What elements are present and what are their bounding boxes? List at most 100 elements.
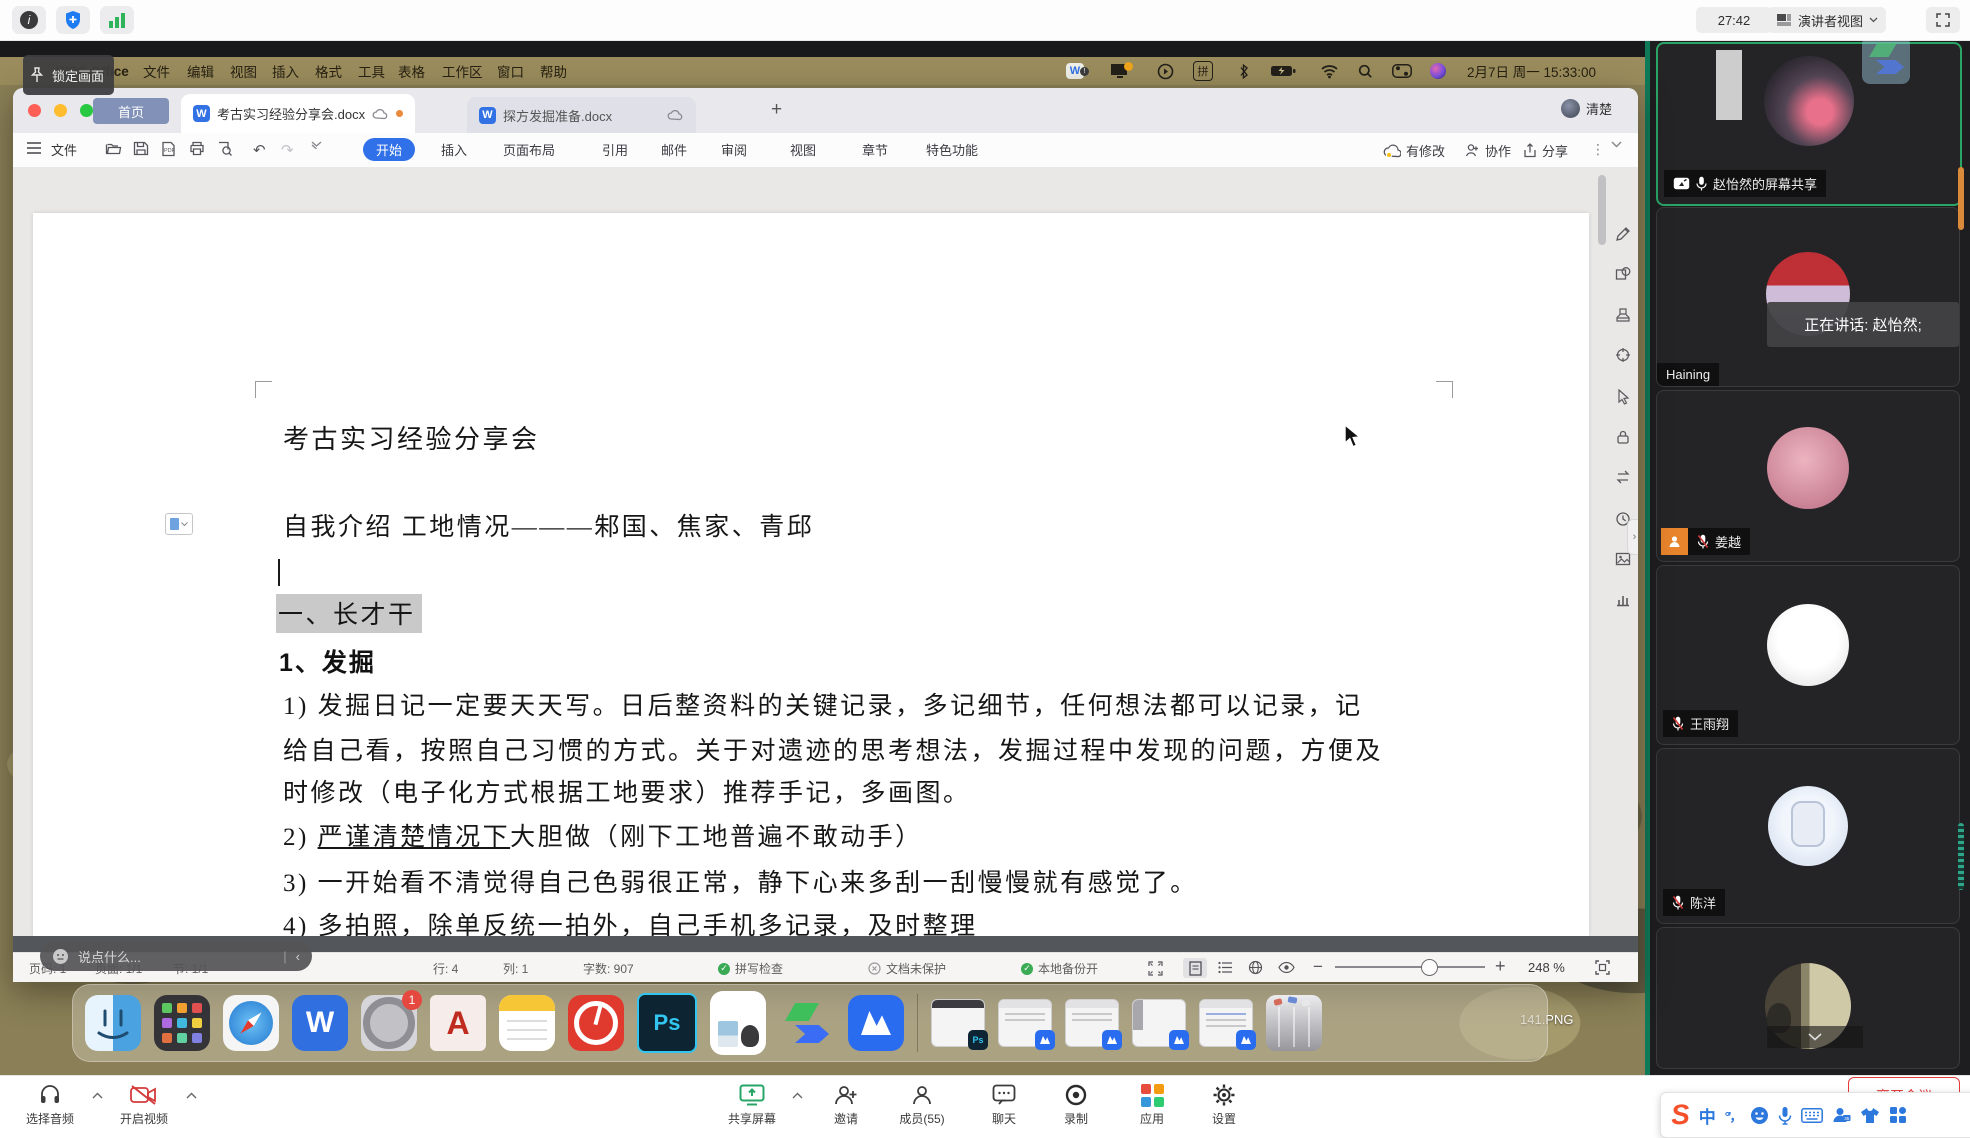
photo-viewer-icon[interactable] <box>710 991 766 1055</box>
trash-icon[interactable] <box>1266 995 1322 1051</box>
ribbon-file-menu[interactable]: 文件 <box>51 140 77 159</box>
siri-icon[interactable] <box>1430 61 1446 81</box>
menu-tools[interactable]: 工具 <box>358 57 385 85</box>
wps-status-icon[interactable]: W ! <box>1066 61 1089 81</box>
modified-status[interactable]: 有修改 <box>1383 141 1445 160</box>
audio-select-button[interactable]: 选择音频 <box>14 1082 86 1127</box>
minimized-window-document[interactable] <box>998 999 1052 1047</box>
shapes-icon[interactable] <box>1612 263 1634 285</box>
strip-scrollbar-striped[interactable] <box>1958 823 1964 890</box>
ribbon-tab-features[interactable]: 特色功能 <box>926 140 978 159</box>
minimize-window-button[interactable] <box>54 104 67 117</box>
collapse-chat-icon[interactable]: ‹ <box>296 949 300 964</box>
chart-panel-icon[interactable] <box>1612 589 1634 611</box>
invite-button[interactable]: 邀请 <box>814 1082 878 1127</box>
apps-button[interactable]: 应用 <box>1120 1082 1184 1127</box>
ime-punctuation[interactable]: °’， <box>1725 1106 1741 1125</box>
account-area[interactable]: 清楚 <box>1561 99 1612 118</box>
zoom-out-button[interactable]: − <box>1313 957 1323 977</box>
chat-button[interactable]: 聊天 <box>972 1082 1036 1127</box>
local-backup-toggle[interactable]: ✓ 本地备份开 <box>1021 960 1098 977</box>
ime-mic-icon[interactable] <box>1778 1106 1792 1125</box>
ribbon-tab-pagelayout[interactable]: 页面布局 <box>503 140 555 159</box>
paste-options-button[interactable] <box>165 513 193 535</box>
edit-pen-icon[interactable] <box>1612 223 1634 245</box>
meeting-info-icon[interactable]: i <box>12 6 46 34</box>
network-stats-icon[interactable] <box>100 6 134 34</box>
record-button[interactable]: 录制 <box>1044 1082 1108 1127</box>
menu-format[interactable]: 格式 <box>315 57 342 85</box>
menu-table[interactable]: 表格 <box>398 57 425 85</box>
collaborate-button[interactable]: 协作 <box>1465 141 1511 160</box>
zoom-slider-track[interactable] <box>1335 966 1485 968</box>
chat-input-placeholder[interactable]: 说点什么... <box>78 947 141 966</box>
export-pdf-icon[interactable]: PDF <box>161 141 176 157</box>
fullscreen-button[interactable] <box>1926 7 1960 33</box>
tab-document-active[interactable]: W 考古实习经验分享会.docx <box>181 94 415 133</box>
participant-tile[interactable]: 王雨翔 <box>1656 565 1960 745</box>
doc-protect-toggle[interactable]: 文档未保护 <box>868 960 946 977</box>
view-mode-selector[interactable]: 演讲者视图 <box>1768 7 1886 33</box>
stamp-icon[interactable] <box>1612 304 1634 326</box>
ime-skin-icon[interactable] <box>1860 1107 1880 1124</box>
web-view-icon[interactable] <box>1248 960 1263 975</box>
participant-tile-screenshare[interactable]: 赵怡然的屏幕共享 <box>1656 42 1962 206</box>
target-icon[interactable] <box>1612 344 1634 366</box>
screen-tool-icon[interactable] <box>779 995 835 1051</box>
video-options-caret[interactable] <box>186 1092 197 1099</box>
zoom-percent[interactable]: 248 % <box>1528 960 1565 975</box>
undo-icon[interactable]: ↶ <box>253 141 266 159</box>
participant-tile[interactable]: 陈洋 <box>1656 748 1960 924</box>
screen-share-status-icon[interactable] <box>1110 61 1133 81</box>
lock-view-button[interactable]: 锁定画面 <box>23 55 114 95</box>
wps-office-icon[interactable]: W <box>292 995 348 1051</box>
strip-scrollbar-orange[interactable] <box>1958 167 1964 230</box>
document-page[interactable]: 考古实习经验分享会 自我介绍 工地情况———邾国、焦家、青邱 一、长才干 1、发… <box>33 213 1589 936</box>
launchpad-icon[interactable] <box>154 995 210 1051</box>
audio-options-caret[interactable] <box>92 1092 103 1099</box>
menu-workspace[interactable]: 工作区 <box>442 57 483 85</box>
ribbon-tab-references[interactable]: 引用 <box>602 140 628 159</box>
tab-document-2[interactable]: W 探方发掘准备.docx <box>467 97 696 133</box>
share-screen-button[interactable]: 共享屏幕 <box>716 1082 788 1127</box>
safari-icon[interactable] <box>223 995 279 1051</box>
scroll-more-button[interactable] <box>1767 1026 1863 1048</box>
members-button[interactable]: 成员(55) <box>880 1082 964 1127</box>
minimized-window-list[interactable] <box>1199 999 1253 1047</box>
photoshop-icon[interactable]: Ps <box>637 993 697 1053</box>
menu-insert[interactable]: 插入 <box>272 57 299 85</box>
tab-home[interactable]: 首页 <box>93 98 169 124</box>
spell-check-toggle[interactable]: ✓ 拼写检查 <box>718 960 783 977</box>
ribbon-tab-start[interactable]: 开始 <box>363 138 415 161</box>
ribbon-tab-review[interactable]: 审阅 <box>721 140 747 159</box>
sogou-logo[interactable]: S <box>1670 1098 1691 1131</box>
redo-icon[interactable]: ↷ <box>281 141 294 159</box>
toolbar-more-icon[interactable] <box>311 141 322 149</box>
close-window-button[interactable] <box>28 104 41 117</box>
participant-tile[interactable] <box>1656 927 1960 1069</box>
notes-icon[interactable] <box>499 995 555 1051</box>
minimized-window-photoshop[interactable]: Ps <box>931 999 985 1047</box>
new-tab-button[interactable]: + <box>771 99 782 121</box>
menubar-clock[interactable]: 2月7日 周一 15:33:00 <box>1467 57 1596 85</box>
input-method-icon[interactable]: 拼 <box>1193 61 1213 81</box>
system-preferences-icon[interactable]: 1 <box>361 995 417 1051</box>
ime-toolbox-icon[interactable] <box>1889 1106 1907 1124</box>
control-center-icon[interactable] <box>1392 61 1412 81</box>
chat-quick-bar[interactable]: 说点什么... | ‹ <box>40 941 312 971</box>
netease-music-icon[interactable] <box>568 995 624 1051</box>
panel-collapse-handle[interactable]: › <box>1627 519 1638 555</box>
zoom-window-button[interactable] <box>80 104 93 117</box>
swap-icon[interactable] <box>1612 466 1634 488</box>
menu-file[interactable]: 文件 <box>143 57 170 85</box>
zoom-slider-thumb[interactable] <box>1421 959 1438 976</box>
hamburger-menu-icon[interactable] <box>26 141 42 155</box>
status-word-count[interactable]: 字数: 907 <box>583 960 634 977</box>
participant-tile[interactable]: Haining <box>1656 207 1960 387</box>
collapse-ribbon-icon[interactable] <box>1611 141 1622 148</box>
ime-mode-chinese[interactable]: 中 <box>1699 1103 1716 1128</box>
participant-tile[interactable]: 姜越 <box>1656 390 1960 562</box>
eye-protect-icon[interactable] <box>1278 961 1295 974</box>
fit-page-icon[interactable] <box>1595 960 1610 975</box>
video-start-button[interactable]: 开启视频 <box>104 1082 184 1127</box>
